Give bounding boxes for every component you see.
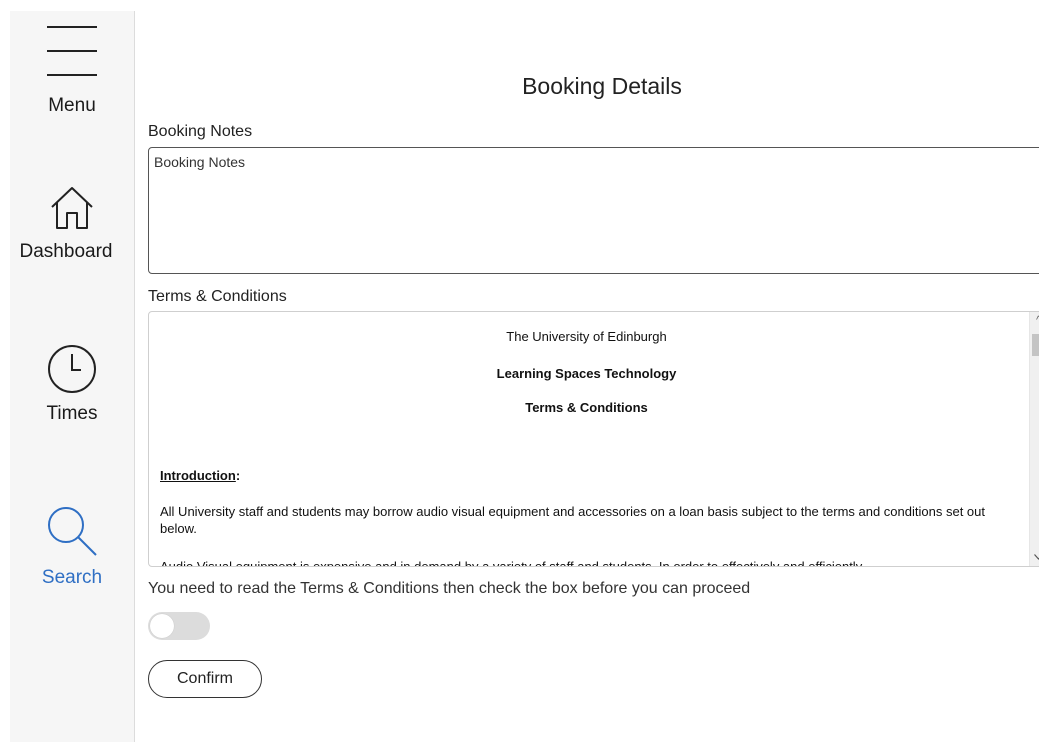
- toggle-knob: [150, 614, 174, 638]
- booking-details-panel: Booking Details Booking Notes Booking No…: [135, 0, 1039, 742]
- agree-terms-toggle[interactable]: [148, 612, 210, 640]
- booking-notes-input[interactable]: Booking Notes: [148, 147, 1039, 274]
- terms-paragraph: All University staff and students may bo…: [160, 504, 985, 536]
- confirm-button[interactable]: Confirm: [148, 660, 262, 698]
- scroll-thumb[interactable]: [1032, 334, 1039, 356]
- scroll-up-arrow-icon[interactable]: ^: [1030, 312, 1039, 329]
- sidebar-item-label: Menu: [48, 95, 96, 116]
- terms-paragraph: Audio Visual equipment is expensive and …: [160, 559, 863, 567]
- terms-intro-heading: Introduction:: [160, 468, 240, 483]
- sidebar-item-label: Search: [41, 567, 103, 588]
- sidebar-item-label: Times: [46, 403, 98, 424]
- sidebar: Menu Dashboard Times Search: [10, 11, 135, 742]
- scroll-down-arrow-icon[interactable]: [1030, 549, 1039, 566]
- app-window: Menu Dashboard Times Search Booking Deta…: [0, 0, 1039, 742]
- terms-notice: You need to read the Terms & Conditions …: [148, 580, 751, 597]
- sidebar-item-menu[interactable]: Menu: [10, 23, 134, 117]
- terms-scroll-box[interactable]: The University of Edinburgh Learning Spa…: [148, 311, 1039, 567]
- clock-icon: [48, 345, 96, 393]
- sidebar-item-label: Dashboard: [19, 241, 113, 262]
- sidebar-item-dashboard[interactable]: Dashboard: [10, 183, 134, 263]
- terms-scrollbar[interactable]: ^: [1029, 312, 1039, 566]
- intro-heading-text: Introduction: [160, 468, 236, 483]
- search-icon: [48, 507, 97, 556]
- booking-notes-label: Booking Notes: [148, 123, 253, 140]
- terms-org: The University of Edinburgh: [506, 329, 667, 344]
- intro-heading-colon: :: [235, 468, 241, 483]
- terms-title: Terms & Conditions: [525, 400, 648, 415]
- hamburger-menu-icon: [47, 26, 97, 76]
- page-title: Booking Details: [522, 73, 682, 99]
- home-icon: [51, 187, 93, 229]
- terms-department: Learning Spaces Technology: [496, 366, 677, 381]
- sidebar-item-times[interactable]: Times: [10, 343, 134, 425]
- sidebar-item-search[interactable]: Search: [10, 503, 134, 589]
- terms-label: Terms & Conditions: [148, 288, 287, 305]
- chevron-down-icon: [1034, 554, 1039, 560]
